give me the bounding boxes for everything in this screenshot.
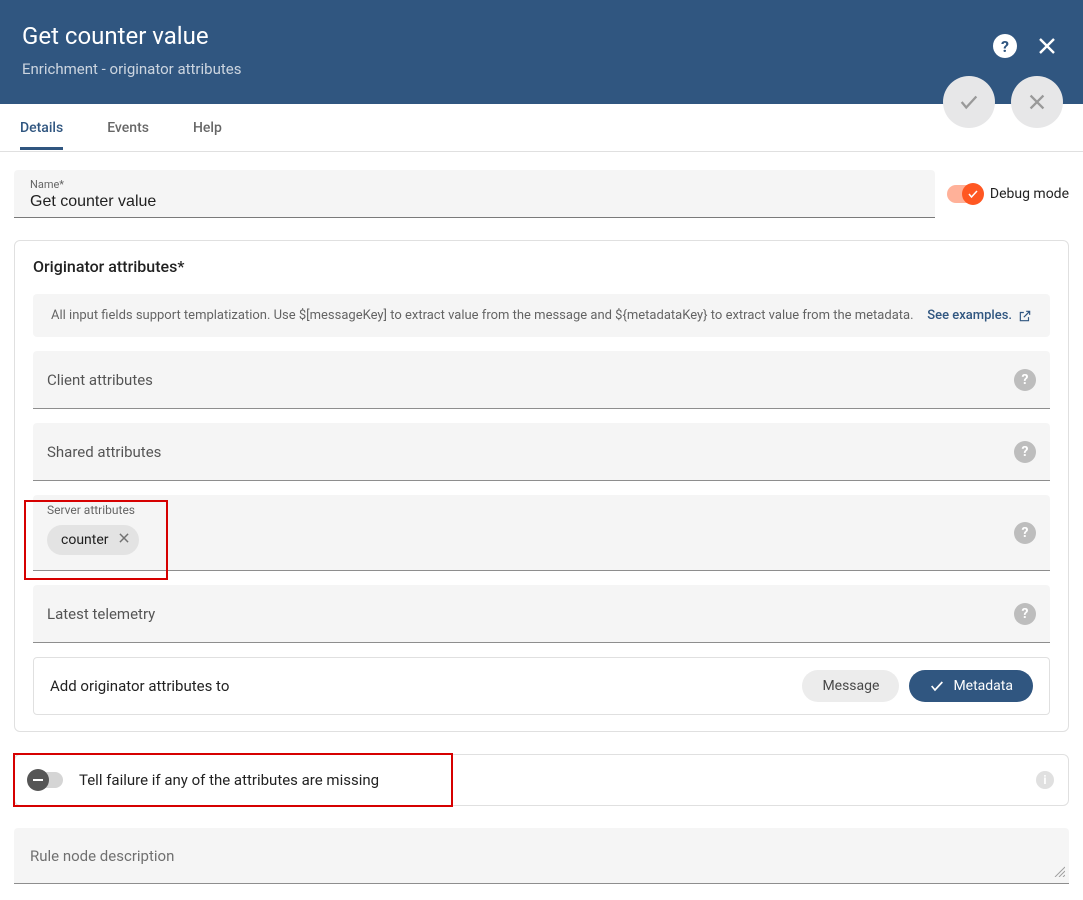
tell-failure-row: Tell failure if any of the attributes ar…: [14, 754, 1069, 806]
close-icon[interactable]: [1035, 34, 1059, 58]
tab-events[interactable]: Events: [107, 106, 149, 150]
help-icon[interactable]: ?: [1014, 603, 1036, 625]
info-bar: All input fields support templatization.…: [33, 294, 1050, 337]
help-icon[interactable]: ?: [993, 34, 1017, 58]
server-attributes-label: Server attributes: [47, 503, 135, 517]
dialog-subtitle: Enrichment - originator attributes: [22, 60, 993, 78]
segment-message-label: Message: [822, 678, 879, 694]
chip-label: counter: [61, 532, 109, 548]
segment-metadata[interactable]: Metadata: [909, 670, 1033, 702]
panel-title: Originator attributes*: [33, 257, 1050, 276]
apply-button[interactable]: [943, 76, 995, 128]
originator-attributes-panel: Originator attributes* All input fields …: [14, 240, 1069, 732]
dialog-header: Get counter value Enrichment - originato…: [0, 0, 1083, 104]
client-attributes-field[interactable]: Client attributes ?: [33, 351, 1050, 409]
server-attributes-field[interactable]: Server attributes counter ?: [33, 495, 1050, 571]
chip-remove-icon[interactable]: [117, 531, 131, 549]
add-attributes-to-row: Add originator attributes to Message Met…: [33, 657, 1050, 715]
help-icon[interactable]: ?: [1014, 522, 1036, 544]
description-field[interactable]: Rule node description: [14, 828, 1069, 884]
segment-message[interactable]: Message: [802, 670, 899, 702]
help-icon[interactable]: ?: [1014, 369, 1036, 391]
name-input[interactable]: [30, 191, 919, 211]
debug-label: Debug mode: [990, 186, 1069, 202]
cancel-button[interactable]: [1011, 76, 1063, 128]
chip-counter[interactable]: counter: [47, 525, 139, 555]
help-icon[interactable]: ?: [1014, 441, 1036, 463]
latest-telemetry-placeholder: Latest telemetry: [47, 605, 1014, 623]
segment-metadata-label: Metadata: [953, 678, 1013, 694]
latest-telemetry-field[interactable]: Latest telemetry ?: [33, 585, 1050, 643]
tell-failure-toggle[interactable]: [29, 772, 63, 788]
shared-attributes-placeholder: Shared attributes: [47, 443, 1014, 461]
tab-details[interactable]: Details: [20, 106, 63, 150]
dialog-title: Get counter value: [22, 22, 993, 50]
see-examples-link[interactable]: See examples.: [927, 308, 1032, 323]
resize-grip-icon[interactable]: [1053, 862, 1065, 881]
tabs: Details Events Help: [0, 104, 1083, 152]
name-field[interactable]: Name*: [14, 170, 935, 218]
debug-toggle[interactable]: [947, 185, 982, 203]
add-attributes-label: Add originator attributes to: [50, 677, 802, 695]
see-examples-label: See examples.: [927, 308, 1012, 323]
client-attributes-placeholder: Client attributes: [47, 371, 1014, 389]
shared-attributes-field[interactable]: Shared attributes ?: [33, 423, 1050, 481]
tell-failure-label: Tell failure if any of the attributes ar…: [79, 771, 1028, 789]
description-placeholder: Rule node description: [30, 847, 174, 865]
info-icon[interactable]: i: [1036, 771, 1054, 789]
name-label: Name*: [30, 178, 919, 191]
tab-help[interactable]: Help: [193, 106, 222, 150]
info-text: All input fields support templatization.…: [51, 308, 914, 323]
